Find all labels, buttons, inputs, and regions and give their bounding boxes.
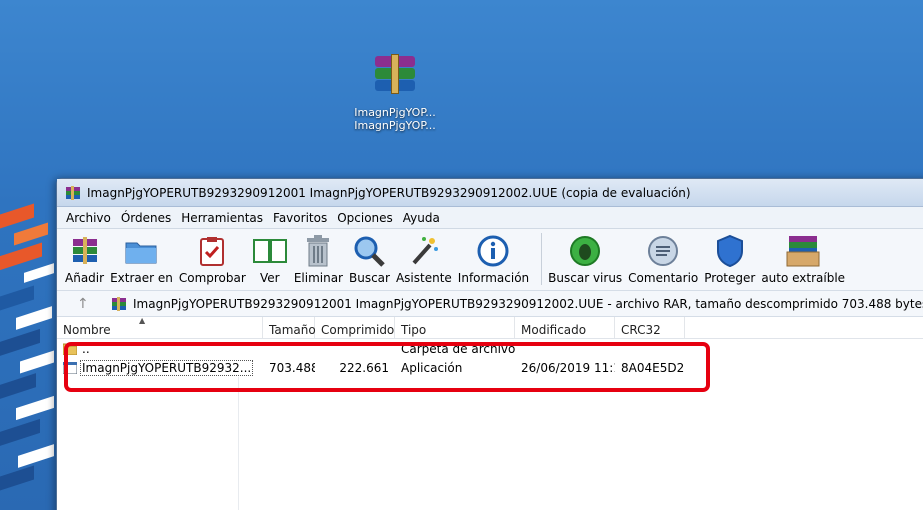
delete-label: Eliminar bbox=[293, 271, 343, 285]
title-bar[interactable]: ImagnPjgYOPERUTB9293290912001 ImagnPjgYO… bbox=[57, 179, 923, 207]
menu-favoritos[interactable]: Favoritos bbox=[268, 211, 332, 225]
menu-archivo[interactable]: Archivo bbox=[61, 211, 116, 225]
column-type[interactable]: Tipo bbox=[395, 317, 515, 338]
toolbar-separator bbox=[541, 233, 543, 285]
comment-icon bbox=[648, 236, 679, 266]
extract-button[interactable]: Extraer en bbox=[110, 233, 173, 285]
column-packed[interactable]: Comprimido bbox=[315, 317, 395, 338]
window-title: ImagnPjgYOPERUTB9293290912001 ImagnPjgYO… bbox=[87, 185, 691, 200]
magnifier-icon bbox=[354, 236, 386, 267]
folder-extract-icon bbox=[125, 242, 157, 264]
menu-ayuda[interactable]: Ayuda bbox=[398, 211, 445, 225]
virus-scan-label: Buscar virus bbox=[548, 271, 623, 285]
view-label: Ver bbox=[260, 271, 280, 285]
row-crc: 8A04E5D2 bbox=[621, 360, 685, 375]
info-label: Información bbox=[457, 271, 530, 285]
column-crc-label: CRC32 bbox=[621, 323, 661, 337]
winrar-window: ImagnPjgYOPERUTB9293290912001 ImagnPjgYO… bbox=[56, 178, 923, 510]
row-name: ImagnPjgYOPERUTB92932... bbox=[80, 359, 254, 376]
row-type: Aplicación bbox=[401, 360, 463, 375]
book-icon bbox=[252, 239, 287, 263]
column-modified-label: Modificado bbox=[521, 323, 587, 337]
comment-label: Comentario bbox=[628, 271, 699, 285]
list-item[interactable]: ImagnPjgYOPERUTB92932... 703.488 222.661… bbox=[57, 358, 923, 377]
list-header: Nombre ▲ Tamaño Comprimido Tipo Modificad… bbox=[57, 316, 923, 339]
add-archive-icon bbox=[72, 237, 97, 264]
archive-path-icon bbox=[112, 296, 126, 311]
desktop-rar-icon[interactable]: ImagnPjgYOP... ImagnPjgYOP... bbox=[345, 52, 445, 132]
test-button[interactable]: Comprobar bbox=[179, 233, 246, 285]
wizard-button[interactable]: Asistente bbox=[396, 233, 452, 285]
add-label: Añadir bbox=[65, 271, 105, 285]
shield-icon bbox=[716, 234, 743, 268]
column-name[interactable]: Nombre ▲ bbox=[57, 316, 263, 338]
file-list: Nombre ▲ Tamaño Comprimido Tipo Modificad… bbox=[57, 316, 923, 510]
winrar-archive-icon bbox=[371, 52, 419, 100]
trash-icon bbox=[307, 235, 330, 267]
folder-icon bbox=[63, 343, 77, 355]
menu-opciones[interactable]: Opciones bbox=[332, 211, 398, 225]
test-label: Comprobar bbox=[178, 271, 246, 285]
sfx-button[interactable]: auto extraíble bbox=[761, 233, 845, 285]
magic-wand-icon bbox=[412, 237, 438, 265]
column-modified[interactable]: Modificado bbox=[515, 317, 615, 338]
view-button[interactable]: Ver bbox=[252, 233, 288, 285]
row-packed: 222.661 bbox=[339, 360, 389, 375]
find-button[interactable]: Buscar bbox=[349, 233, 390, 285]
column-type-label: Tipo bbox=[401, 323, 427, 337]
add-button[interactable]: Añadir bbox=[65, 233, 104, 285]
clipboard-check-icon bbox=[200, 237, 225, 266]
sfx-box-icon bbox=[786, 236, 820, 267]
column-size-label: Tamaño bbox=[269, 323, 316, 337]
virus-scan-button[interactable]: Buscar virus bbox=[548, 233, 622, 285]
menu-ordenes[interactable]: Órdenes bbox=[116, 211, 176, 225]
sort-arrow-icon: ▲ bbox=[139, 316, 146, 325]
find-label: Buscar bbox=[348, 271, 390, 285]
winrar-app-icon bbox=[66, 185, 80, 200]
menu-bar: Archivo Órdenes Herramientas Favoritos O… bbox=[57, 207, 923, 229]
row-size: 703.488 bbox=[269, 360, 315, 375]
row-name: .. bbox=[82, 341, 90, 356]
archive-path: ImagnPjgYOPERUTB9293290912001 ImagnPjgYO… bbox=[133, 296, 923, 311]
list-divider bbox=[63, 377, 239, 510]
row-modified: 26/06/2019 11:13 bbox=[521, 360, 615, 375]
desktop-icon-label-1: ImagnPjgYOP... bbox=[354, 106, 436, 119]
toolbar: Añadir Extraer en Comprobar Ver Eliminar… bbox=[57, 229, 923, 291]
desktop-icon-label-2: ImagnPjgYOP... bbox=[354, 119, 436, 132]
comment-button[interactable]: Comentario bbox=[628, 233, 698, 285]
info-button[interactable]: Información bbox=[458, 233, 529, 285]
column-crc[interactable]: CRC32 bbox=[615, 317, 685, 338]
sfx-label: auto extraíble bbox=[761, 271, 846, 285]
protect-button[interactable]: Proteger bbox=[704, 233, 755, 285]
path-bar: ↑ ImagnPjgYOPERUTB9293290912001 ImagnPjg… bbox=[57, 291, 923, 317]
protect-label: Proteger bbox=[704, 271, 756, 285]
column-packed-label: Comprimido bbox=[321, 323, 395, 337]
bug-icon bbox=[570, 236, 601, 266]
up-arrow-icon[interactable]: ↑ bbox=[77, 296, 111, 312]
info-icon bbox=[477, 235, 509, 267]
list-item[interactable]: .. Carpeta de archivos bbox=[57, 339, 923, 358]
extract-label: Extraer en bbox=[110, 271, 173, 285]
menu-herramientas[interactable]: Herramientas bbox=[176, 211, 268, 225]
delete-button[interactable]: Eliminar bbox=[294, 233, 343, 285]
row-type: Carpeta de archivos bbox=[401, 341, 515, 356]
application-icon bbox=[63, 361, 77, 374]
column-size[interactable]: Tamaño bbox=[263, 317, 316, 338]
column-name-label: Nombre bbox=[63, 323, 111, 337]
wizard-label: Asistente bbox=[395, 271, 452, 285]
